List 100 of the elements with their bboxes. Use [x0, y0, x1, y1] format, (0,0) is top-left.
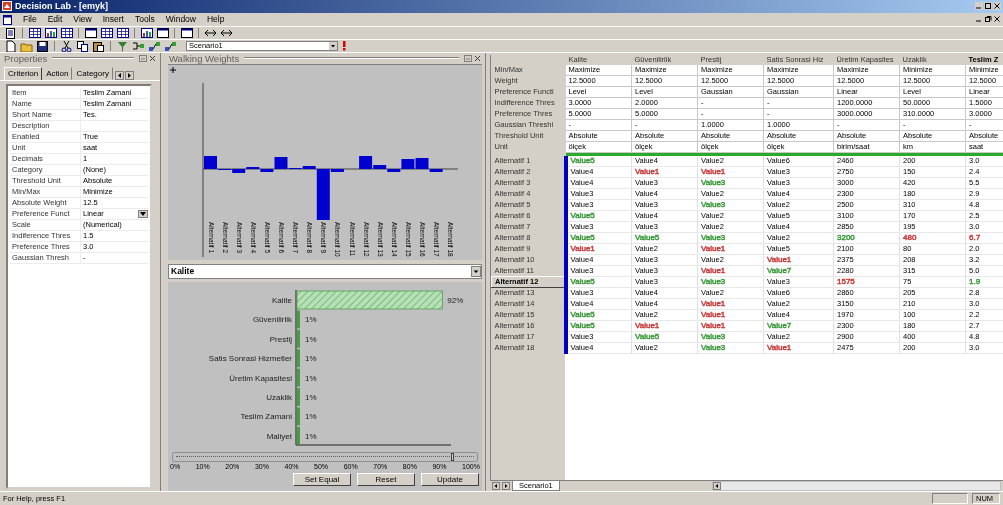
table-cell: Value1	[631, 320, 698, 332]
document-icon[interactable]	[2, 13, 13, 25]
window-icon[interactable]	[156, 26, 169, 39]
value-label: 1%	[305, 431, 317, 441]
window-icon[interactable]	[84, 26, 97, 39]
table-cell: 1575	[833, 276, 900, 288]
table-icon[interactable]	[60, 26, 73, 39]
value-label: 1%	[305, 373, 317, 383]
tab[interactable]: Category	[72, 66, 113, 80]
move-icon[interactable]	[169, 66, 177, 74]
scroll-left-icon[interactable]	[114, 70, 124, 80]
table-cell: Value1	[697, 265, 764, 277]
action-button[interactable]: Update	[421, 472, 479, 486]
restore-icon[interactable]	[984, 15, 992, 24]
chart-icon[interactable]	[44, 26, 57, 39]
tab[interactable]: Action	[42, 66, 73, 80]
paste-icon[interactable]	[92, 39, 105, 52]
network-icon[interactable]	[148, 39, 161, 52]
window-icon[interactable]	[180, 26, 193, 39]
table-cell: Value5	[565, 232, 632, 244]
table-cell: Value5	[565, 210, 632, 222]
value-label: 1%	[305, 392, 317, 402]
menu-item[interactable]: File	[22, 14, 38, 25]
category-label: Uzaklik	[266, 392, 292, 402]
table-cell: Value1	[697, 166, 764, 178]
table-cell: Value5	[631, 331, 698, 343]
minimize-icon[interactable]	[975, 2, 983, 11]
dropdown-arrow-icon[interactable]	[329, 41, 337, 50]
menu-item[interactable]: Edit	[46, 14, 64, 25]
panel-title: Walking Weights	[169, 52, 240, 64]
category-label: Teslim Zamani	[240, 412, 292, 422]
action-button[interactable]: Set Equal	[293, 472, 351, 486]
table-cell: Value3	[697, 331, 764, 343]
close-icon[interactable]	[993, 2, 1001, 11]
table-cell: Value7	[763, 265, 834, 277]
scroll-right-icon[interactable]	[502, 482, 510, 491]
table-cell: Value1	[763, 342, 834, 354]
table-cell: 6.7	[965, 232, 1003, 244]
chart-icon[interactable]	[140, 26, 153, 39]
action-button[interactable]: Reset	[357, 472, 415, 486]
table-icon[interactable]	[116, 26, 129, 39]
table-cell: Value3	[697, 342, 764, 354]
table-cell: Value5	[565, 320, 632, 332]
table-cell: 3200	[833, 232, 900, 244]
branch-icon[interactable]	[132, 39, 145, 52]
tab[interactable]: Criterion	[4, 66, 43, 80]
status-panel	[932, 493, 968, 505]
network-icon[interactable]	[164, 39, 177, 52]
table-cell: Value5	[565, 309, 632, 321]
category-label: Üretim Kapasitesi	[229, 373, 292, 383]
horizontal-scrollbar[interactable]	[711, 481, 1001, 492]
table-cell: Value1	[697, 320, 764, 332]
value-label: 1%	[305, 334, 317, 344]
table-cell: Value5	[565, 155, 632, 167]
copy-icon[interactable]	[76, 39, 89, 52]
scroll-left-icon[interactable]	[492, 482, 500, 491]
table-cell: Value5	[631, 232, 698, 244]
table-cell: Value1	[763, 254, 834, 266]
category-label: Satis Sonrasi Hizmetler	[208, 354, 292, 364]
slider-thumb[interactable]	[450, 452, 454, 461]
funnel-icon[interactable]	[116, 39, 129, 52]
menu-item[interactable]: View	[72, 14, 93, 25]
scroll-left-icon[interactable]	[712, 482, 721, 491]
close-icon[interactable]	[993, 15, 1001, 24]
table-cell: Value1	[631, 166, 698, 178]
close-icon[interactable]	[474, 54, 481, 62]
table-cell: Value1	[565, 243, 632, 255]
value-label: 1%	[305, 412, 317, 422]
table-cell: 1.9	[965, 276, 1003, 288]
cut-icon[interactable]	[60, 39, 73, 52]
table-cell: Value3	[697, 199, 764, 211]
value-label: 92%	[447, 295, 464, 305]
table-cell: Value1	[697, 243, 764, 255]
category-label: Maliyet	[266, 431, 292, 441]
category-label: Kalite	[272, 295, 292, 305]
panel-title: Properties	[4, 52, 48, 64]
slider[interactable]	[172, 451, 478, 462]
window-title: Decision Lab - [emyk]	[15, 1, 109, 12]
app-icon	[2, 1, 12, 12]
properties-icon[interactable]	[4, 26, 17, 39]
table-cell: Value5	[565, 276, 632, 288]
category-label: Prestij	[269, 334, 292, 344]
new-file-icon[interactable]	[4, 39, 17, 52]
maximize-icon[interactable]	[984, 2, 992, 11]
scroll-right-icon[interactable]	[124, 70, 134, 80]
table-cell: Value3	[697, 276, 764, 288]
table-cell: Value3	[697, 177, 764, 189]
menu-item[interactable]: Insert	[101, 14, 125, 25]
criterion-dropdown[interactable]: Kalite	[168, 263, 482, 279]
menu-item[interactable]: Help	[206, 14, 226, 25]
table-cell: Value7	[763, 320, 834, 332]
table-icon[interactable]	[100, 26, 113, 39]
table-cell: Value1	[697, 309, 764, 321]
menu-item[interactable]: Window	[164, 14, 197, 25]
dropdown-button[interactable]	[138, 209, 148, 218]
menu-item[interactable]: Tools	[133, 14, 156, 25]
table-cell: 480	[899, 232, 966, 244]
floppy-icon[interactable]	[36, 39, 49, 52]
table-icon[interactable]	[28, 26, 41, 39]
close-icon[interactable]	[149, 54, 156, 62]
